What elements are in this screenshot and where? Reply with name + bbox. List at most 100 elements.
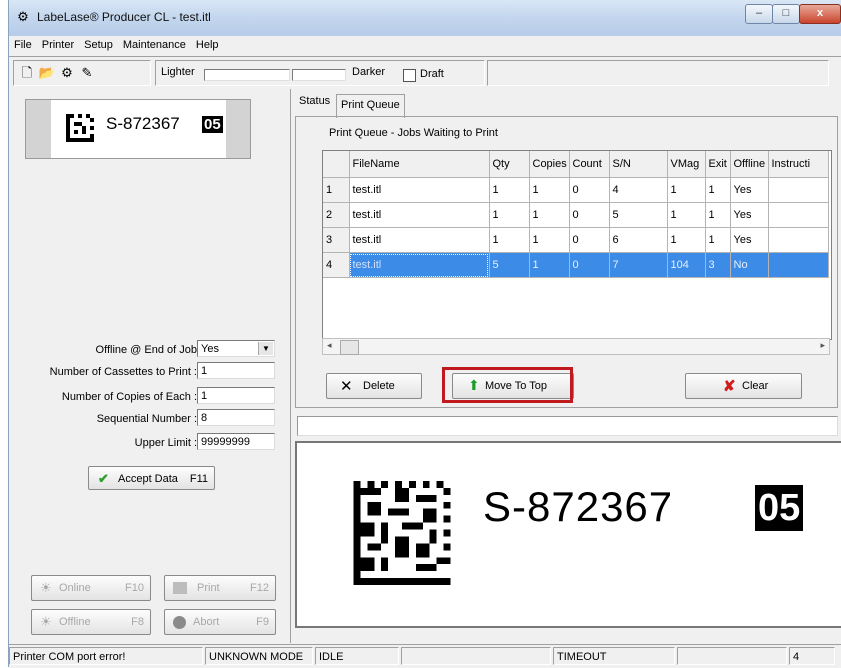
table-cell[interactable]: 1 <box>489 202 530 228</box>
abort-button[interactable]: Abort F9 <box>164 609 276 635</box>
table-cell[interactable] <box>768 227 829 253</box>
minimize-button[interactable]: – <box>745 4 773 24</box>
menu-setup[interactable]: Setup <box>79 36 118 51</box>
scroll-left-icon[interactable]: ◂ <box>327 340 332 351</box>
table-cell[interactable]: Yes <box>730 177 769 203</box>
abort-label: Abort <box>193 616 220 628</box>
new-file-icon[interactable]: 🗋 <box>18 65 36 81</box>
table-cell[interactable]: test.itl <box>349 252 490 278</box>
table-cell[interactable]: 0 <box>569 202 610 228</box>
online-key: F10 <box>125 582 144 594</box>
table-cell[interactable]: Yes <box>730 227 769 253</box>
table-cell[interactable]: test.itl <box>349 177 490 203</box>
online-button[interactable]: ☀ Online F10 <box>31 575 151 601</box>
table-cell[interactable]: 1 <box>667 202 706 228</box>
table-cell[interactable]: 1 <box>667 177 706 203</box>
table-cell[interactable]: 4 <box>609 177 668 203</box>
table-cell[interactable]: 1 <box>667 227 706 253</box>
table-cell[interactable]: 104 <box>667 252 706 278</box>
right-panel: Status Print Queue Print Queue - Jobs Wa… <box>291 89 841 643</box>
label-thumbnail: S-872367 05 <box>25 99 251 159</box>
row-number[interactable]: 3 <box>323 227 350 253</box>
menu-help[interactable]: Help <box>191 36 224 51</box>
maximize-button[interactable]: □ <box>772 4 800 24</box>
open-folder-icon[interactable]: 📂 <box>38 65 56 81</box>
edit-icon[interactable]: ✎ <box>78 65 96 81</box>
column-header[interactable]: Instructi <box>768 151 829 178</box>
table-cell[interactable]: Yes <box>730 202 769 228</box>
table-cell[interactable]: 1 <box>529 177 570 203</box>
accept-data-button[interactable]: ✔ Accept Data F11 <box>88 466 215 490</box>
app-window: ⚙ LabeLase® Producer CL - test.itl – □ x… <box>8 0 841 668</box>
cassettes-label: Number of Cassettes to Print : <box>49 366 197 378</box>
lock-icon[interactable]: ⚙ <box>58 65 76 81</box>
table-cell[interactable]: 1 <box>705 227 731 253</box>
draft-checkbox[interactable] <box>403 69 416 82</box>
menu-maintenance[interactable]: Maintenance <box>118 36 191 51</box>
table-row[interactable]: 4 test.itl 5 1 0 7 104 3 No <box>323 252 829 278</box>
column-header[interactable]: VMag <box>667 151 706 178</box>
table-cell[interactable]: 1 <box>529 227 570 253</box>
table-cell[interactable]: test.itl <box>349 227 490 253</box>
row-number[interactable]: 1 <box>323 177 350 203</box>
table-cell[interactable]: 1 <box>705 177 731 203</box>
delete-label: Delete <box>363 380 395 392</box>
table-cell[interactable]: 5 <box>489 252 530 278</box>
column-header[interactable]: Qty <box>489 151 530 178</box>
upper-limit-input[interactable]: 99999999 <box>197 433 275 450</box>
table-cell[interactable]: 1 <box>529 202 570 228</box>
table-cell[interactable]: test.itl <box>349 202 490 228</box>
table-cell[interactable]: 5 <box>609 202 668 228</box>
queue-grid[interactable]: FileName Qty Copies Count S/N VMag Exit … <box>322 150 832 340</box>
column-header[interactable]: Offline <box>730 151 769 178</box>
horizontal-scrollbar[interactable]: ◂ ▸ <box>322 338 830 355</box>
table-cell[interactable]: No <box>730 252 769 278</box>
table-row[interactable]: 1 test.itl 1 1 0 4 1 1 Yes <box>323 177 829 203</box>
delete-button[interactable]: ✕ Delete <box>326 373 422 399</box>
table-cell[interactable]: 3 <box>705 252 731 278</box>
column-header[interactable]: Exit <box>705 151 731 178</box>
column-header[interactable]: FileName <box>349 151 490 178</box>
row-number[interactable]: 4 <box>323 252 350 278</box>
accept-data-label: Accept Data <box>118 473 178 485</box>
sequential-input[interactable]: 8 <box>197 409 275 426</box>
close-button[interactable]: x <box>799 4 841 24</box>
row-number[interactable]: 2 <box>323 202 350 228</box>
offline-button[interactable]: ☀ Offline F8 <box>31 609 151 635</box>
copies-input[interactable]: 1 <box>197 387 275 404</box>
scrollbar-thumb[interactable] <box>340 340 359 355</box>
table-row[interactable]: 2 test.itl 1 1 0 5 1 1 Yes <box>323 202 829 228</box>
delete-x-icon: ✕ <box>340 378 353 395</box>
table-cell[interactable] <box>768 202 829 228</box>
table-cell[interactable] <box>768 252 829 278</box>
table-cell[interactable]: 1 <box>529 252 570 278</box>
table-cell[interactable]: 0 <box>569 177 610 203</box>
table-row[interactable]: 3 test.itl 1 1 0 6 1 1 Yes <box>323 227 829 253</box>
clear-button[interactable]: ✘ Clear <box>685 373 802 399</box>
print-label: Print <box>197 582 220 594</box>
table-cell[interactable]: 6 <box>609 227 668 253</box>
tab-print-queue[interactable]: Print Queue <box>336 94 405 118</box>
tab-status[interactable]: Status <box>295 93 334 111</box>
table-cell[interactable]: 1 <box>489 177 530 203</box>
lighter-slider[interactable] <box>204 69 290 81</box>
table-cell[interactable]: 1 <box>705 202 731 228</box>
table-cell[interactable] <box>768 177 829 203</box>
column-header[interactable]: Count <box>569 151 610 178</box>
cassettes-input[interactable]: 1 <box>197 362 275 379</box>
menu-printer[interactable]: Printer <box>37 36 79 51</box>
table-cell[interactable]: 7 <box>609 252 668 278</box>
header-corner <box>323 151 350 178</box>
chevron-down-icon[interactable]: ▼ <box>258 342 273 355</box>
offline-end-select[interactable]: Yes ▼ <box>197 340 275 357</box>
column-header[interactable]: Copies <box>529 151 570 178</box>
darker-slider[interactable] <box>292 69 346 81</box>
datamatrix-large-icon <box>353 481 451 585</box>
scroll-right-icon[interactable]: ▸ <box>820 340 825 351</box>
column-header[interactable]: S/N <box>609 151 668 178</box>
menu-file[interactable]: File <box>9 36 37 51</box>
table-cell[interactable]: 0 <box>569 252 610 278</box>
table-cell[interactable]: 1 <box>489 227 530 253</box>
print-button[interactable]: Print F12 <box>164 575 276 601</box>
table-cell[interactable]: 0 <box>569 227 610 253</box>
